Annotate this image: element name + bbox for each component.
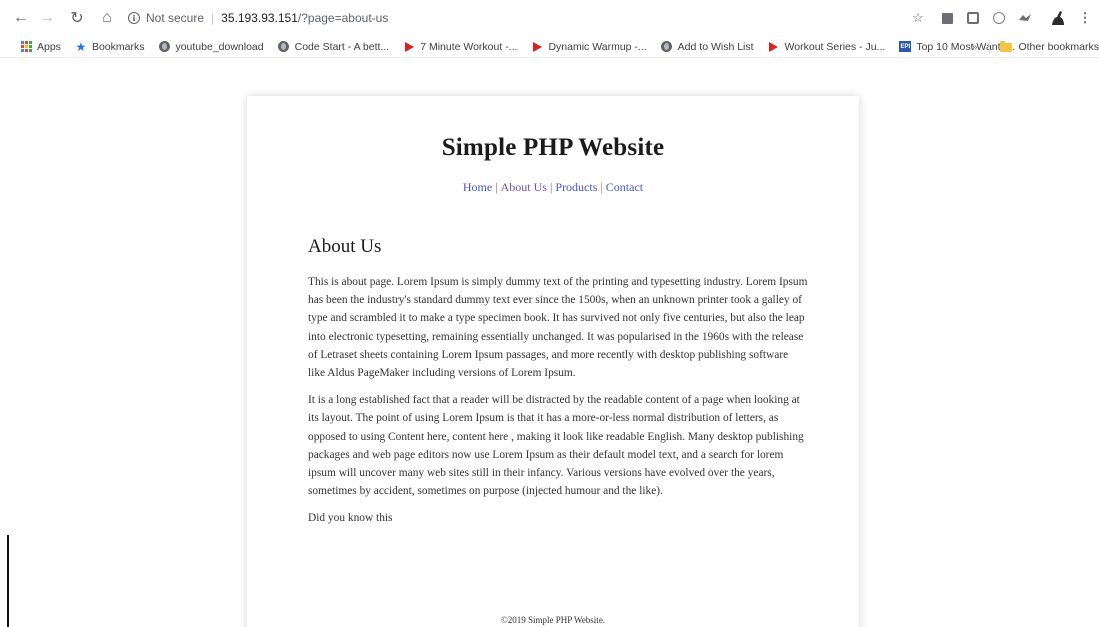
bookmark-label: Add to Wish List [677, 40, 754, 53]
reload-icon[interactable]: ↻ [66, 7, 88, 29]
bookmark-code-start[interactable]: Code Start - A bett... [278, 40, 390, 53]
bookmark-workout-series[interactable]: Workout Series - Ju... [768, 40, 886, 53]
globe-icon [278, 41, 290, 53]
menu-kebab-icon[interactable]: ⋮ [1077, 10, 1093, 26]
url-host: 35.193.93.151 [221, 11, 298, 25]
home-icon[interactable]: ⌂ [96, 7, 118, 29]
bookmarks-divider [989, 40, 991, 54]
site-container: Simple PHP Website Home | About Us | Product… [247, 96, 859, 627]
bookmark-dynamic-warmup[interactable]: Dynamic Warmup -... [531, 40, 647, 53]
extension-frame-icon[interactable] [967, 12, 979, 24]
extension-square-icon[interactable] [942, 12, 953, 24]
extension-tray: ☆ ⋮ [898, 0, 1093, 36]
globe-icon [661, 41, 673, 53]
page-content: About Us This is about page. Lorem Ipsum… [308, 236, 808, 537]
other-bookmarks-label: Other bookmarks [1018, 41, 1099, 53]
bookmark-label: 7 Minute Workout -... [420, 40, 518, 53]
bookmark-add-to-wish-list[interactable]: Add to Wish List [661, 41, 754, 53]
youtube-icon [531, 41, 543, 53]
bookmark-label: youtube_download [175, 40, 264, 53]
folder-icon [1000, 40, 1013, 52]
content-paragraph: Did you know this [308, 512, 393, 525]
nav-separator: | [495, 180, 498, 194]
bookmark-bookmarks[interactable]: ★ Bookmarks [75, 39, 145, 54]
profile-avatar-icon[interactable] [1049, 9, 1067, 27]
forward-arrow-icon[interactable]: → [36, 7, 58, 29]
bookmark-youtube-download[interactable]: youtube_download [158, 40, 264, 53]
star-icon: ★ [75, 39, 87, 54]
security-label: Not secure [146, 11, 205, 25]
content-paragraph: It is a long established fact that a rea… [308, 394, 804, 498]
site-nav: Home | About Us | Products | Contact [247, 180, 859, 195]
nav-link-about-us[interactable]: About Us [501, 180, 547, 194]
nav-separator: | [549, 180, 553, 194]
bookmark-7-minute-workout[interactable]: 7 Minute Workout -... [403, 41, 517, 53]
bookmark-label: Apps [37, 40, 61, 53]
nav-link-products[interactable]: Products [555, 180, 597, 194]
url-path: /?page=about-us [297, 11, 389, 25]
nav-link-home[interactable]: Home [463, 180, 492, 194]
bookmarks-bar: Apps ★ Bookmarks youtube_download Code S… [0, 36, 1099, 58]
bookmark-apps[interactable]: Apps [20, 41, 61, 53]
page-heading: About Us [308, 236, 382, 257]
bookmark-label: Dynamic Warmup -... [548, 40, 647, 53]
extension-bird-icon[interactable] [1017, 10, 1033, 26]
youtube-icon [403, 41, 415, 53]
cursor-bar [7, 535, 9, 627]
bookmarks-bar-right: » Other bookmarks [972, 36, 1099, 58]
nav-separator: | [600, 180, 603, 194]
epi-icon: EPI [899, 41, 912, 53]
address-bar[interactable]: i Not secure | 35.193.93.151 /?page=abou… [128, 7, 388, 29]
back-arrow-icon[interactable]: ← [10, 7, 32, 29]
bookmarks-overflow-chevron-icon[interactable]: » [972, 42, 978, 53]
browser-toolbar: ← → ↻ ⌂ i Not secure | 35.193.93.151 /?p… [0, 0, 1099, 36]
globe-icon [158, 41, 170, 53]
nav-link-contact[interactable]: Contact [606, 180, 643, 194]
site-footer: ©2019 Simple PHP Website. [500, 615, 606, 625]
content-paragraph: This is about page. Lorem Ipsum is simpl… [308, 276, 808, 380]
youtube-icon [768, 41, 780, 53]
info-icon[interactable]: i [128, 12, 140, 24]
apps-grid-icon [20, 41, 32, 53]
other-bookmarks-folder[interactable]: Other bookmarks [1000, 40, 1099, 53]
site-title: Simple PHP Website [441, 134, 665, 161]
bookmark-label: Workout Series - Ju... [784, 40, 886, 53]
bookmark-label: Code Start - A bett... [294, 40, 390, 53]
bookmark-label: Bookmarks [91, 40, 145, 53]
url-divider: | [211, 11, 215, 25]
bookmark-star-icon[interactable]: ☆ [910, 10, 926, 26]
extension-circle-icon[interactable] [993, 12, 1005, 24]
